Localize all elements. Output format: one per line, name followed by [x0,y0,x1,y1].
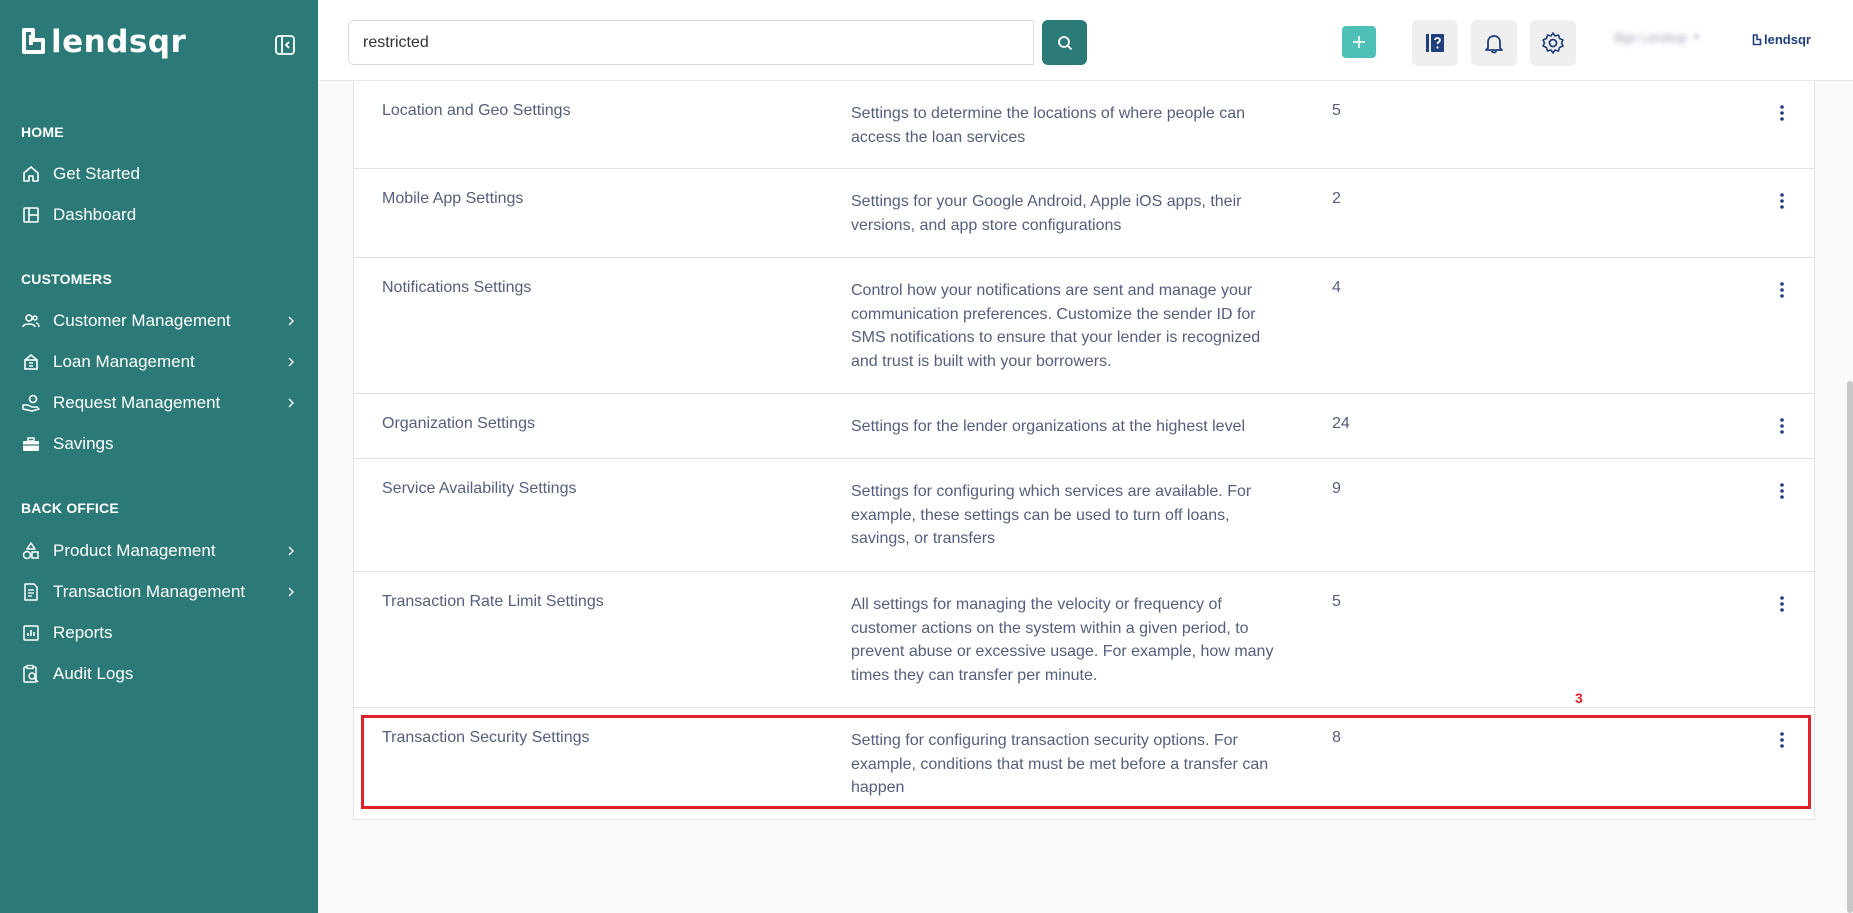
sidebar-item-reports[interactable]: Reports [21,618,298,648]
table-row[interactable]: Mobile App Settings Settings for your Go… [354,169,1814,258]
annotation-label: 3 [1575,690,1583,706]
sidebar-item-request-management[interactable]: Request Management [21,388,298,418]
logo-text: lendsqr [51,24,187,60]
users-icon [21,311,41,331]
more-options-icon[interactable] [1772,728,1792,752]
setting-count: 5 [1332,102,1341,119]
setting-description: Settings for the lender organizations at… [851,418,1246,435]
user-name: Bgo Lendsqr [1614,30,1688,45]
sidebar-item-label: Reports [53,623,113,642]
sidebar-item-label: Product Management [53,541,216,560]
settings-button[interactable] [1530,20,1576,66]
sidebar-item-label: Request Management [53,393,221,412]
plus-icon [1353,36,1365,48]
setting-count: 24 [1332,415,1350,432]
sidebar-item-label: Dashboard [53,205,137,224]
setting-description: Control how your notifications are sent … [851,282,1261,370]
setting-description: All settings for managing the velocity o… [851,596,1274,684]
sidebar-item-label: Customer Management [53,311,231,330]
reports-icon [21,623,41,643]
setting-count: 5 [1332,593,1341,610]
section-back-office: BACK OFFICE [21,500,119,516]
sidebar: lendsqr HOME Get Started Dashboard CUSTO… [0,0,318,913]
search-icon [1057,35,1072,50]
logo-mark-icon [22,28,45,54]
top-header: Bgo Lendsqr ▾ lendsqr [318,0,1853,81]
sidebar-item-audit-logs[interactable]: Audit Logs [21,659,298,689]
loan-icon [21,352,41,372]
setting-name: Transaction Rate Limit Settings [382,593,604,610]
chevron-right-icon [284,355,298,369]
table-row[interactable]: Notifications Settings Control how your … [354,258,1814,394]
lendsqr-logo[interactable]: lendsqr [21,24,186,60]
bell-icon [1485,35,1503,54]
search-button[interactable] [1042,20,1087,65]
help-icon [1426,34,1444,52]
sidebar-item-savings[interactable]: Savings [21,429,298,459]
setting-description: Settings for your Google Android, Apple … [851,193,1242,234]
more-options-icon[interactable] [1772,189,1792,213]
sidebar-item-label: Get Started [53,164,140,183]
sidebar-item-dashboard[interactable]: Dashboard [21,200,298,230]
chevron-right-icon [284,314,298,328]
product-icon [21,541,41,561]
setting-name: Location and Geo Settings [382,102,571,119]
table-row[interactable]: Service Availability Settings Settings f… [354,459,1814,572]
sidebar-item-label: Audit Logs [53,664,134,683]
sidebar-item-label: Loan Management [53,352,195,371]
setting-name: Mobile App Settings [382,190,524,207]
sidebar-item-product-management[interactable]: Product Management [21,536,298,566]
add-button[interactable] [1342,26,1376,58]
sidebar-item-label: Transaction Management [53,582,246,601]
setting-count: 4 [1332,279,1341,296]
more-options-icon[interactable] [1772,592,1792,616]
sidebar-item-label: Savings [53,434,114,453]
audit-icon [21,664,41,684]
setting-name: Notifications Settings [382,279,532,296]
chevron-right-icon [284,544,298,558]
setting-name: Transaction Security Settings [382,729,590,746]
collapse-sidebar-icon[interactable] [273,33,297,57]
more-options-icon[interactable] [1772,414,1792,438]
search-input[interactable] [348,20,1034,65]
setting-description: Setting for configuring transaction secu… [851,732,1269,796]
brand-small-text: lendsqr [1764,32,1811,47]
dashboard-icon [21,205,41,225]
sidebar-item-get-started[interactable]: Get Started [21,159,298,189]
setting-name: Service Availability Settings [382,480,577,497]
gear-icon [1542,32,1564,54]
sidebar-item-customer-management[interactable]: Customer Management [21,306,298,336]
setting-count: 2 [1332,190,1341,207]
section-customers: CUSTOMERS [21,271,112,287]
help-button[interactable] [1412,20,1458,66]
table-row[interactable]: Transaction Rate Limit Settings All sett… [354,572,1814,708]
setting-count: 8 [1332,729,1341,746]
settings-table: Location and Geo Settings Settings to de… [353,81,1815,820]
setting-description: Settings for configuring which services … [851,483,1252,547]
home-icon [21,164,41,184]
chevron-down-icon: ▾ [1693,32,1699,43]
table-row[interactable]: Transaction Security Settings Setting fo… [354,708,1814,819]
logo-mark-icon [1752,33,1762,45]
setting-description: Settings to determine the locations of w… [851,105,1246,146]
more-options-icon[interactable] [1772,278,1792,302]
user-menu[interactable]: Bgo Lendsqr ▾ [1614,30,1699,45]
scrollbar[interactable] [1847,381,1853,913]
more-options-icon[interactable] [1772,479,1792,503]
setting-name: Organization Settings [382,415,535,432]
setting-count: 9 [1332,480,1341,497]
notifications-button[interactable] [1471,20,1517,66]
transaction-icon [21,582,41,602]
table-row[interactable]: Location and Geo Settings Settings to de… [354,81,1814,169]
chevron-right-icon [284,585,298,599]
sidebar-item-transaction-management[interactable]: Transaction Management [21,577,298,607]
chevron-right-icon [284,396,298,410]
savings-icon [21,434,41,454]
table-row[interactable]: Organization Settings Settings for the l… [354,394,1814,459]
brand-logo-small: lendsqr [1752,32,1811,47]
request-icon [21,393,41,413]
more-options-icon[interactable] [1772,101,1792,125]
section-home: HOME [21,124,64,140]
sidebar-item-loan-management[interactable]: Loan Management [21,347,298,377]
